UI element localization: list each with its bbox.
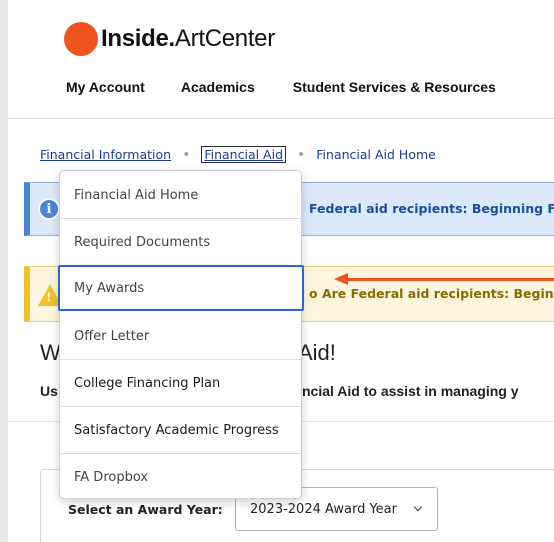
breadcrumb-financial-information[interactable]: Financial Information [40,147,171,162]
breadcrumb-separator: • [182,146,191,163]
nav-my-account[interactable]: My Account [66,79,145,95]
nav-student-services[interactable]: Student Services & Resources [293,79,496,95]
financial-aid-dropdown-menu: Financial Aid Home Required Documents My… [58,170,304,500]
main-navigation: My Account Academics Student Services & … [66,79,532,95]
info-icon: i [38,198,60,220]
arrow-left-icon [334,273,348,285]
left-edge-strip [0,0,8,542]
welcome-subtitle: Us ncial Aid to assist in managing y [40,383,519,399]
award-year-selected-value: 2023-2024 Award Year [250,502,397,517]
menu-item-satisfactory-academic-progress[interactable]: Satisfactory Academic Progress [60,407,301,453]
menu-item-fa-dropbox[interactable]: FA Dropbox [60,454,301,500]
info-banner-text: Federal aid recipients: Beginning Fa [309,201,554,216]
logo-artcenter-text: ArtCenter [174,25,275,52]
menu-item-college-financing-plan[interactable]: College Financing Plan [60,360,301,406]
breadcrumb-financial-aid[interactable]: Financial Aid [201,146,287,163]
welcome-title: W Aid! [40,340,336,365]
award-year-label: Select an Award Year: [68,502,223,517]
warning-banner-text: o Are Federal aid recipients: Beginn [309,286,554,301]
header-divider [8,118,554,119]
menu-item-my-awards[interactable]: My Awards [58,265,304,311]
logo-inside-text: Inside. [101,25,175,52]
menu-item-required-documents[interactable]: Required Documents [60,219,301,265]
site-logo[interactable]: Inside.ArtCenter [64,22,275,56]
breadcrumb: Financial Information • Financial Aid • … [40,146,436,163]
breadcrumb-separator: • [297,146,306,163]
annotation-arrow-line [346,278,554,281]
menu-item-financial-aid-home[interactable]: Financial Aid Home [60,172,301,218]
menu-item-offer-letter[interactable]: Offer Letter [60,313,301,359]
nav-academics[interactable]: Academics [181,79,255,95]
logo-circle-icon [64,22,98,56]
breadcrumb-financial-aid-home: Financial Aid Home [316,147,436,162]
chevron-down-icon [413,502,423,512]
